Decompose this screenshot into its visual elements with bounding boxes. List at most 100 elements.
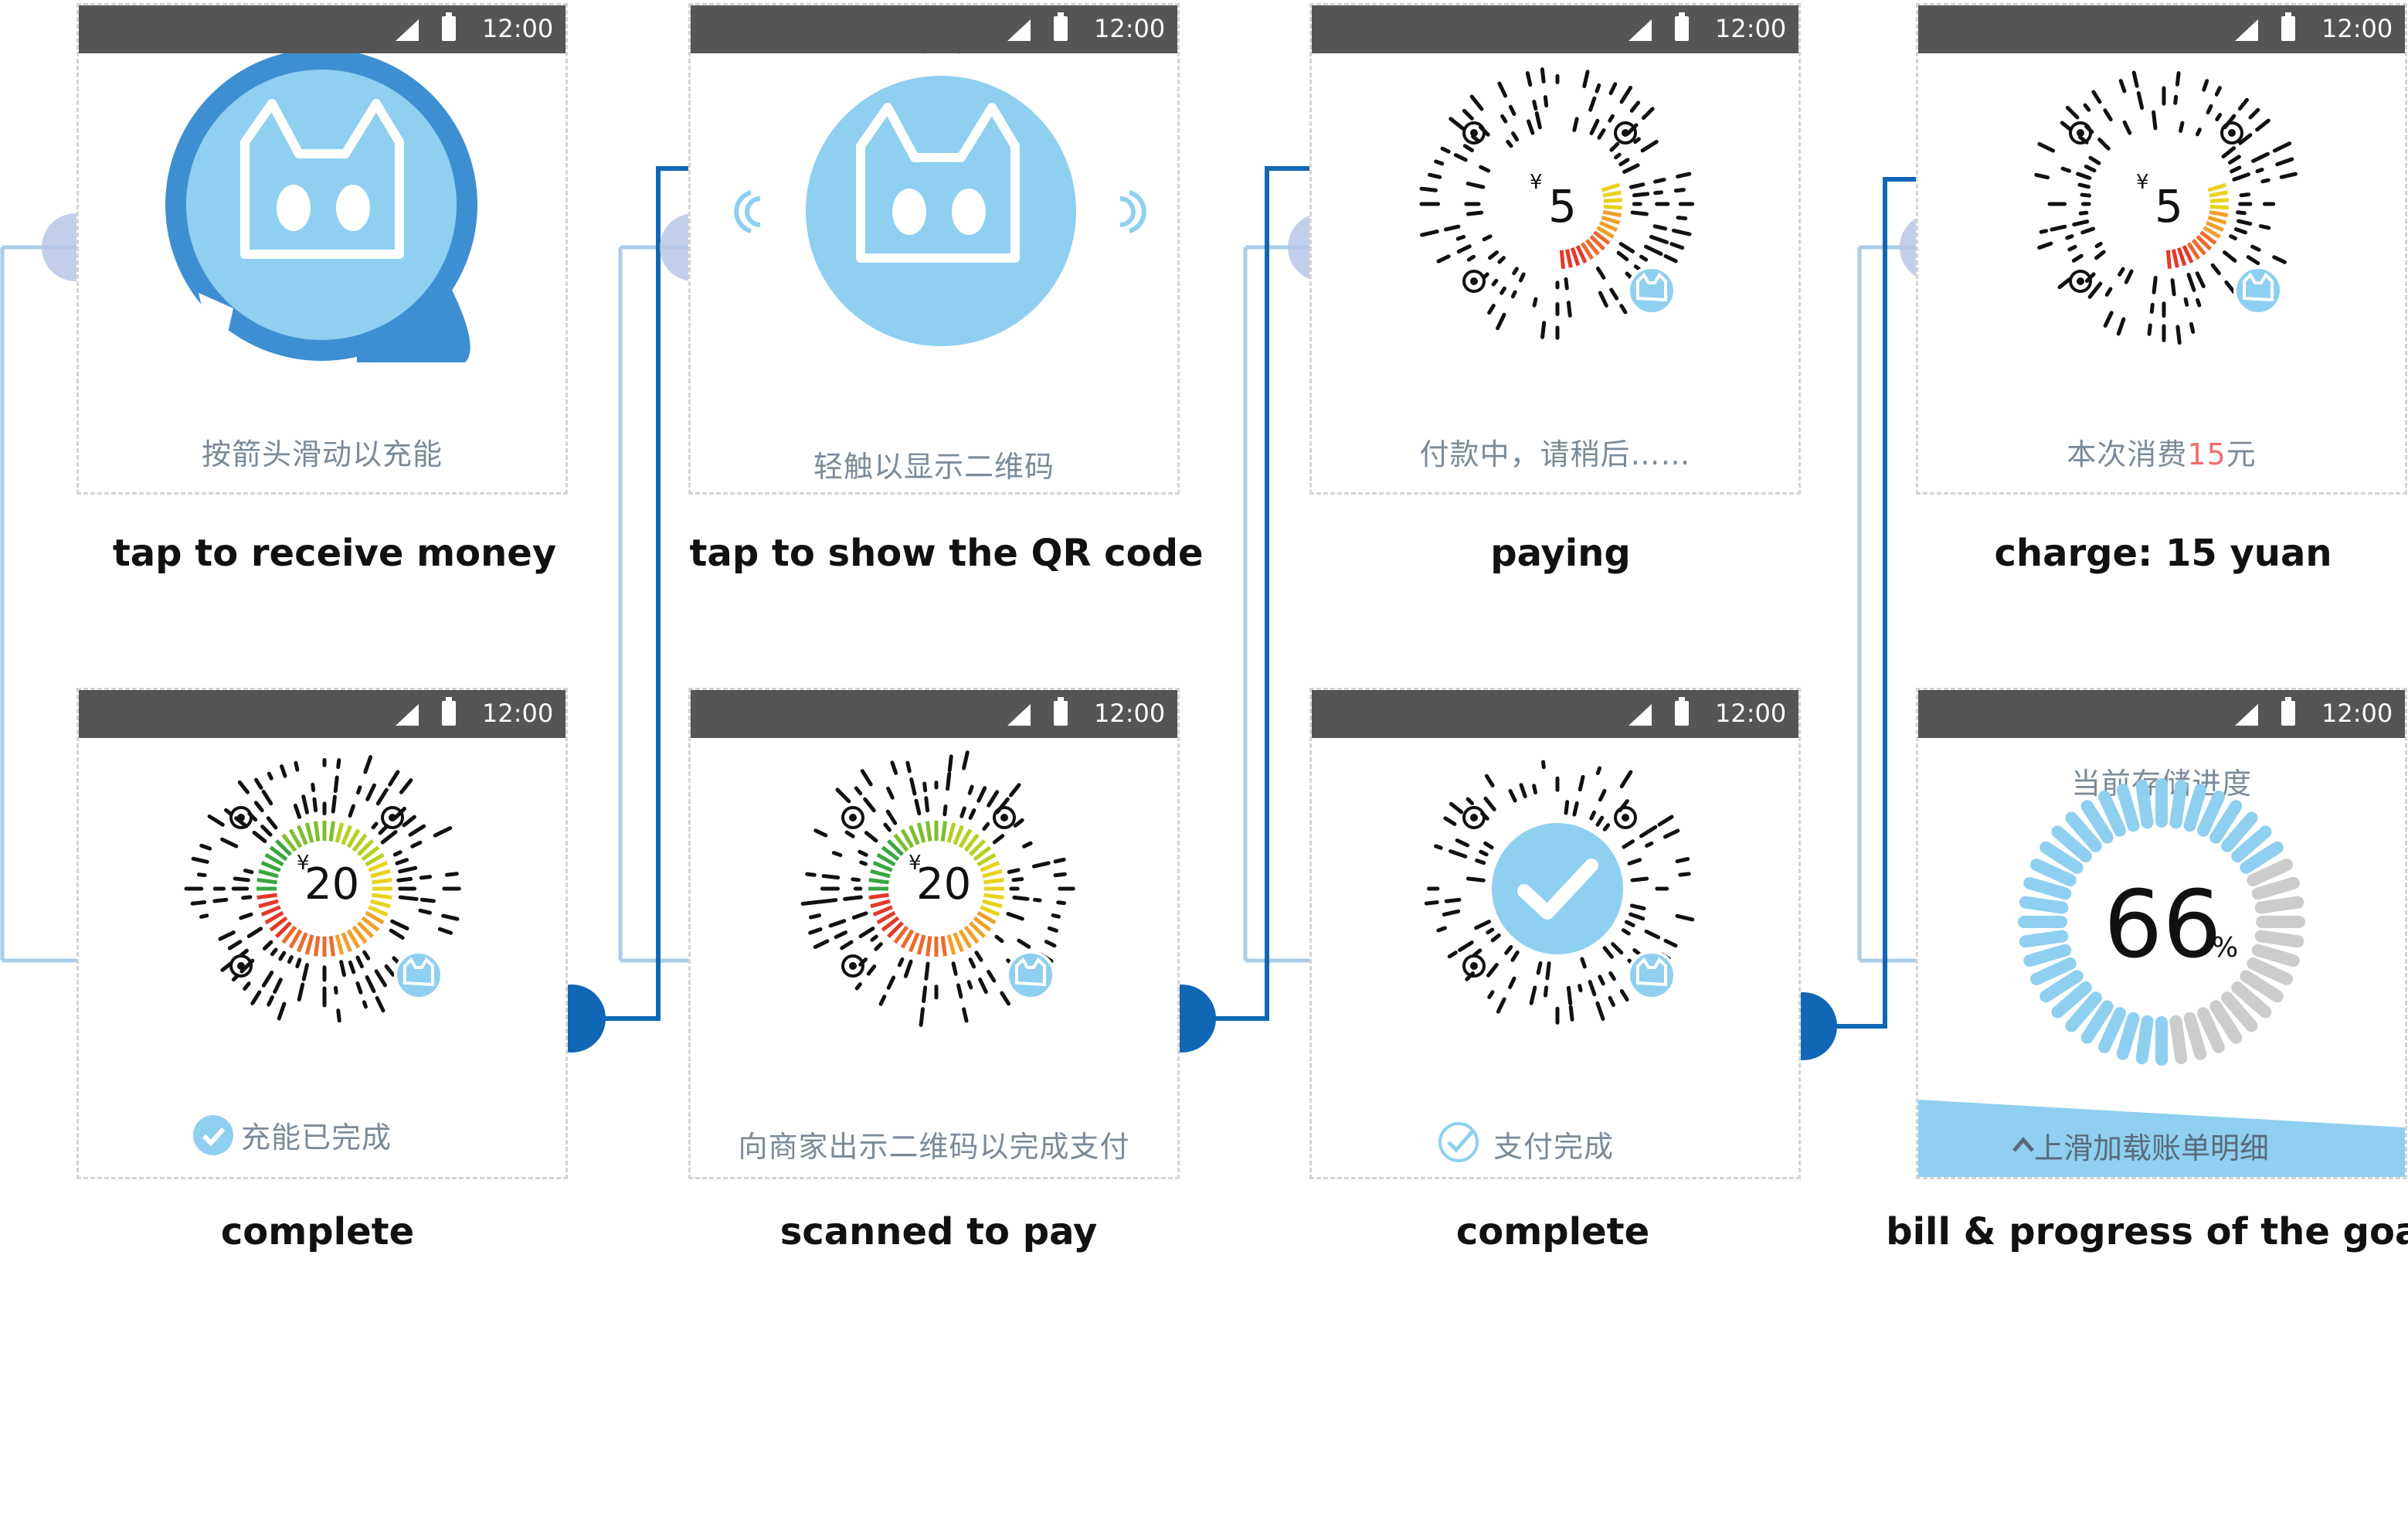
amount-arc-tick <box>868 878 889 885</box>
qr-tick <box>2136 91 2145 111</box>
qr-tick <box>886 786 895 800</box>
screen-scan-to-pay[interactable]: 12:00 ¥ 20 向商家出示二维码以完成支付 <box>688 688 1180 1179</box>
qr-tick <box>2080 192 2092 198</box>
qr-tick <box>982 821 990 832</box>
qr-tick <box>909 777 917 796</box>
qr-tick <box>1608 82 1618 96</box>
qr-finder-dot <box>1000 814 1008 821</box>
qr-tick <box>2246 255 2260 266</box>
qr-tick <box>1497 81 1508 98</box>
amount-arc-tick <box>258 869 279 879</box>
qr-tick <box>2215 113 2223 121</box>
qr-tick <box>2175 325 2182 345</box>
qr-tick <box>398 866 418 874</box>
qr-tick <box>375 787 389 806</box>
amount-arc-tick <box>909 932 920 953</box>
qr-tick <box>859 860 868 866</box>
screen-pay-complete[interactable]: 12:00 支付完成 <box>1309 688 1801 1179</box>
qr-tick <box>1428 172 1442 179</box>
qr-tick <box>1462 144 1475 153</box>
qr-tick <box>851 877 861 883</box>
slide-up-hint[interactable]: 上滑加载账单明细 <box>2034 1124 2343 1167</box>
qr-tick <box>1483 796 1496 811</box>
screen-paying[interactable]: 12:00 ¥ 5 付款中，请稍后…… <box>1309 3 1801 495</box>
cat-badge-icon <box>394 951 443 1000</box>
amount-arc-tick <box>335 934 345 955</box>
amount-arc-tick <box>1602 190 1622 198</box>
qr-tick <box>886 975 896 990</box>
qr-tick <box>220 837 239 849</box>
slide-up-panel[interactable] <box>1918 690 2405 1177</box>
qr-tick <box>1564 800 1570 815</box>
qr-tick <box>1443 224 1461 232</box>
qr-tick <box>1466 876 1486 883</box>
qr-tick <box>2222 250 2237 263</box>
qr-tick <box>2152 275 2158 294</box>
amount-arc-tick <box>1564 249 1573 268</box>
battery-icon <box>2281 12 2295 41</box>
qr-tick <box>355 981 363 995</box>
amount-arc-tick <box>341 825 352 845</box>
mascot-charge-graphic <box>165 53 477 378</box>
qr-dial-graphic: ¥ 20 <box>184 755 461 1023</box>
qr-tick <box>348 960 356 974</box>
qr-tick <box>1462 108 1474 121</box>
screen-tap-receive[interactable]: 12:00 按箭头滑动以充能 <box>76 3 568 495</box>
qr-tick <box>2076 172 2092 180</box>
qr-tick <box>1491 278 1499 287</box>
qr-tick <box>365 975 376 994</box>
amount-arc-tick <box>916 934 926 955</box>
screen-caption: 付款中，请稍后…… <box>1419 437 1691 471</box>
qr-tick <box>252 830 267 844</box>
qr-tick <box>2248 107 2260 120</box>
qr-tick <box>293 803 302 819</box>
qr-tick <box>1657 815 1674 827</box>
screen-show-qr[interactable]: 12:00 轻触以显示二维码 <box>688 3 1180 495</box>
qr-tick <box>978 977 988 995</box>
qr-tick <box>1632 192 1650 198</box>
qr-tick <box>294 760 300 772</box>
amount-arc-tick <box>916 822 926 843</box>
qr-tick <box>1500 114 1508 124</box>
screen-charge[interactable]: 12:00 ¥ 5 本次消费15元 <box>1916 3 2407 495</box>
qr-tick <box>1629 100 1641 113</box>
qr-finder-dot <box>2228 129 2236 137</box>
step-label: complete <box>1455 1210 1650 1253</box>
status-bar: 12:00 <box>691 5 1177 53</box>
qr-tick <box>2118 267 2125 277</box>
qr-tick <box>301 963 309 981</box>
qr-tick <box>270 947 278 957</box>
qr-tick <box>199 843 212 851</box>
qr-tick <box>1519 783 1527 799</box>
qr-tick <box>295 957 302 968</box>
screen-bill-progress[interactable]: 12:00 当前存储进度 66 % 上滑加载账单明细 <box>1916 688 2407 1179</box>
qr-tick <box>2072 219 2090 227</box>
qr-tick <box>1007 868 1021 874</box>
qr-tick <box>1419 186 1438 192</box>
amount-arc-tick <box>335 822 345 843</box>
status-time: 12:00 <box>2321 14 2393 43</box>
screen-caption: 充能已完成 <box>241 1121 392 1155</box>
amount-value: 20 <box>916 859 971 910</box>
qr-tick <box>813 828 828 838</box>
cat-badge-icon <box>1627 266 1676 315</box>
qr-tick <box>2206 104 2213 115</box>
qr-tick <box>1053 872 1067 878</box>
qr-tick <box>1595 815 1605 827</box>
qr-tick <box>356 785 362 795</box>
qr-tick <box>2037 141 2056 153</box>
qr-tick <box>1545 961 1551 981</box>
qr-tick <box>207 814 225 827</box>
qr-tick <box>860 769 873 787</box>
qr-tick <box>301 794 309 815</box>
screen-charge-complete[interactable]: 12:00 ¥ 20 充能已完成 <box>76 688 568 1179</box>
qr-tick <box>835 787 851 804</box>
qr-tick <box>1639 825 1658 838</box>
qr-tick <box>1639 254 1649 262</box>
qr-tick <box>333 985 338 995</box>
qr-tick <box>1508 788 1517 803</box>
qr-tick <box>905 760 912 774</box>
qr-tick <box>363 755 373 774</box>
qr-tick <box>2147 323 2152 336</box>
qr-tick <box>1479 849 1489 857</box>
